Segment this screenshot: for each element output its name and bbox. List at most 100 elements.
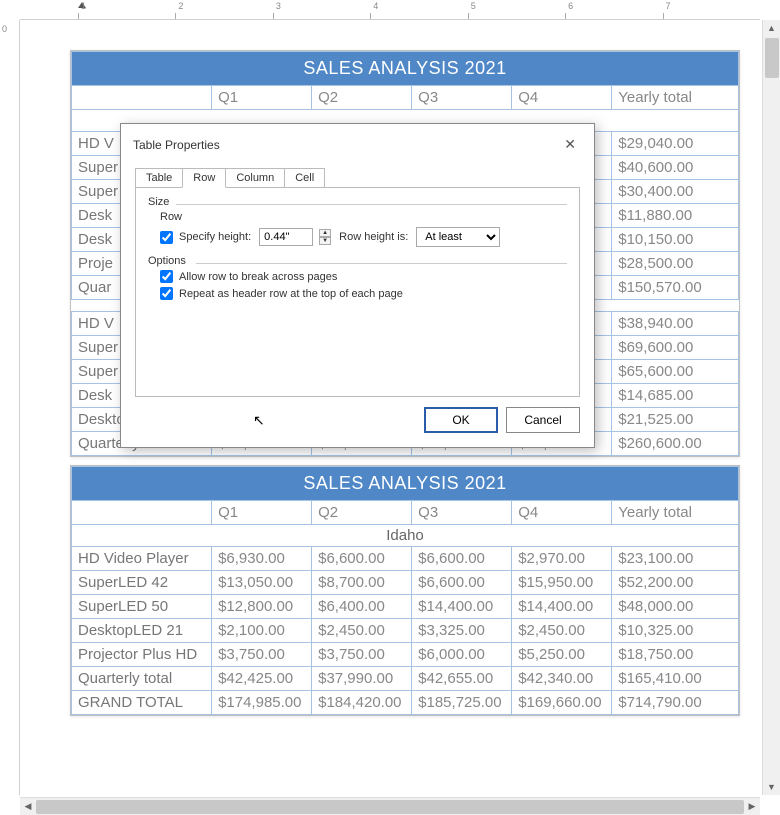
cell[interactable]: $3,750.00 (212, 643, 312, 667)
col-header: Yearly total (612, 86, 739, 110)
cell[interactable]: $42,340.00 (512, 667, 612, 691)
cell[interactable]: $174,985.00 (212, 691, 312, 715)
scroll-thumb-h[interactable] (36, 800, 744, 814)
cell[interactable]: $38,940.00 (612, 312, 739, 336)
cell[interactable]: $2,450.00 (312, 619, 412, 643)
cell[interactable]: $2,970.00 (512, 547, 612, 571)
cell[interactable]: $23,100.00 (612, 547, 739, 571)
cell[interactable]: $42,655.00 (412, 667, 512, 691)
cell[interactable]: GRAND TOTAL (72, 691, 212, 715)
ruler-vertical[interactable]: 0 (0, 20, 20, 795)
table-row[interactable]: DesktopLED 21$2,100.00$2,450.00$3,325.00… (72, 619, 739, 643)
cell[interactable]: $8,700.00 (312, 571, 412, 595)
cell[interactable]: $21,525.00 (612, 408, 739, 432)
cell[interactable]: $184,420.00 (312, 691, 412, 715)
cell[interactable]: $28,500.00 (612, 252, 739, 276)
cell[interactable]: $150,570.00 (612, 276, 739, 300)
cell[interactable]: $48,000.00 (612, 595, 739, 619)
sales-table-2[interactable]: SALES ANALYSIS 2021 Q1 Q2 Q3 Q4 Yearly t… (71, 466, 739, 715)
cell[interactable]: $6,600.00 (312, 547, 412, 571)
cell[interactable]: $714,790.00 (612, 691, 739, 715)
tab-table[interactable]: Table (135, 168, 183, 188)
scroll-right-button[interactable]: ▶ (744, 798, 760, 815)
close-icon[interactable]: ✕ (558, 134, 582, 155)
horizontal-scrollbar[interactable]: ◀ ▶ (20, 797, 760, 815)
table-row[interactable]: Projector Plus HD$3,750.00$3,750.00$6,00… (72, 643, 739, 667)
cell[interactable]: $5,250.00 (512, 643, 612, 667)
specify-height-label: Specify height: (179, 231, 251, 243)
scroll-left-button[interactable]: ◀ (20, 798, 36, 815)
table-row[interactable]: SuperLED 42$13,050.00$8,700.00$6,600.00$… (72, 571, 739, 595)
cell[interactable]: $185,725.00 (412, 691, 512, 715)
cell[interactable]: $37,990.00 (312, 667, 412, 691)
height-spinner[interactable]: ▲▼ (319, 229, 331, 245)
cell[interactable]: $165,410.00 (612, 667, 739, 691)
ok-button[interactable]: OK (424, 407, 498, 433)
cell[interactable]: $10,325.00 (612, 619, 739, 643)
cell[interactable]: $6,600.00 (412, 571, 512, 595)
cell[interactable]: HD Video Player (72, 547, 212, 571)
cell[interactable]: $14,400.00 (512, 595, 612, 619)
cell[interactable]: $3,750.00 (312, 643, 412, 667)
cell[interactable]: SuperLED 42 (72, 571, 212, 595)
cell[interactable]: $13,050.00 (212, 571, 312, 595)
cell[interactable]: $52,200.00 (612, 571, 739, 595)
table-row[interactable]: HD Video Player$6,930.00$6,600.00$6,600.… (72, 547, 739, 571)
repeat-header-input[interactable] (160, 287, 173, 300)
cell[interactable]: $15,950.00 (512, 571, 612, 595)
table-row[interactable]: SuperLED 50$12,800.00$6,400.00$14,400.00… (72, 595, 739, 619)
height-value-input[interactable] (259, 228, 313, 246)
allow-break-input[interactable] (160, 270, 173, 283)
cell[interactable]: $18,750.00 (612, 643, 739, 667)
cell[interactable]: $69,600.00 (612, 336, 739, 360)
cell[interactable]: $3,325.00 (412, 619, 512, 643)
cell[interactable]: $2,450.00 (512, 619, 612, 643)
page-2: SALES ANALYSIS 2021 Q1 Q2 Q3 Q4 Yearly t… (70, 465, 740, 716)
vertical-scrollbar[interactable]: ▲ ▼ (762, 20, 780, 795)
cell[interactable]: Projector Plus HD (72, 643, 212, 667)
scroll-down-button[interactable]: ▼ (763, 779, 780, 795)
cell[interactable]: $14,400.00 (412, 595, 512, 619)
cell[interactable]: $10,150.00 (612, 228, 739, 252)
ruler-horizontal[interactable]: 1 2 3 4 5 6 7 (20, 0, 760, 20)
cell[interactable]: $6,930.00 (212, 547, 312, 571)
tab-column[interactable]: Column (225, 168, 285, 188)
cell[interactable]: $2,100.00 (212, 619, 312, 643)
cell[interactable]: $260,600.00 (612, 432, 739, 456)
cell[interactable]: $14,685.00 (612, 384, 739, 408)
cell[interactable]: $40,600.00 (612, 156, 739, 180)
cancel-button[interactable]: Cancel (506, 407, 580, 433)
table-row[interactable]: GRAND TOTAL$174,985.00$184,420.00$185,72… (72, 691, 739, 715)
ruler-tick: 7 (666, 1, 671, 11)
col-header: Q2 (312, 501, 412, 525)
repeat-header-checkbox[interactable]: Repeat as header row at the top of each … (160, 287, 403, 300)
cell[interactable]: $6,600.00 (412, 547, 512, 571)
tab-row[interactable]: Row (182, 168, 226, 188)
cell[interactable]: $11,880.00 (612, 204, 739, 228)
cell[interactable]: Quarterly total (72, 667, 212, 691)
scroll-up-button[interactable]: ▲ (763, 20, 780, 36)
table-row[interactable]: Quarterly total$42,425.00$37,990.00$42,6… (72, 667, 739, 691)
row-height-mode-select[interactable]: At least (416, 227, 500, 247)
table-title: SALES ANALYSIS 2021 (72, 52, 739, 86)
cell[interactable]: $30,400.00 (612, 180, 739, 204)
cell[interactable]: $6,400.00 (312, 595, 412, 619)
cell[interactable]: $42,425.00 (212, 667, 312, 691)
cell[interactable]: DesktopLED 21 (72, 619, 212, 643)
allow-break-checkbox[interactable]: Allow row to break across pages (160, 270, 337, 283)
cell[interactable]: $12,800.00 (212, 595, 312, 619)
specify-height-input[interactable] (160, 231, 173, 244)
specify-height-checkbox[interactable]: Specify height: (160, 231, 251, 244)
col-header: Q2 (312, 86, 412, 110)
dialog-body: Size Row Specify height: ▲▼ Row height i… (135, 187, 580, 397)
col-header: Q3 (412, 501, 512, 525)
cell[interactable]: $169,660.00 (512, 691, 612, 715)
scroll-thumb[interactable] (765, 38, 779, 78)
cell[interactable]: SuperLED 50 (72, 595, 212, 619)
cell[interactable]: $65,600.00 (612, 360, 739, 384)
cell[interactable]: $29,040.00 (612, 132, 739, 156)
ruler-tick: 1 (81, 1, 86, 11)
col-header (72, 86, 212, 110)
cell[interactable]: $6,000.00 (412, 643, 512, 667)
tab-cell[interactable]: Cell (284, 168, 325, 188)
